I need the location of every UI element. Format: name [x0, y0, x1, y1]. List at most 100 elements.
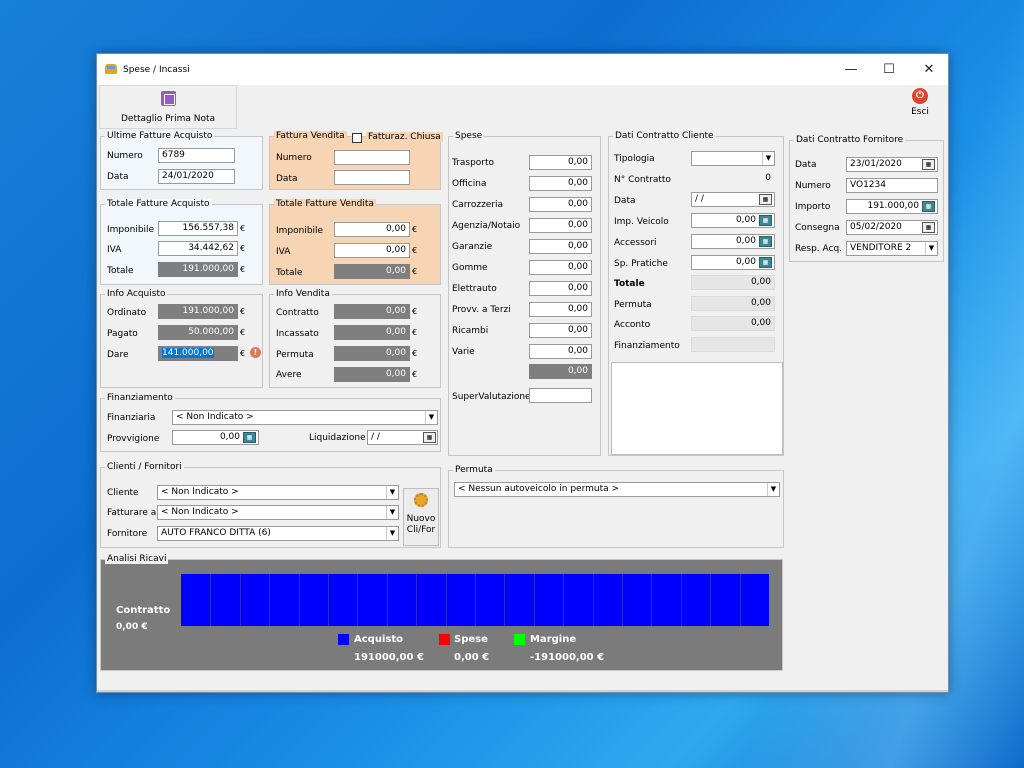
- analisi-ricavi-panel: Analisi Ricavi Contratto 0,00 € Acquisto…: [100, 554, 783, 671]
- data-acquisto-field[interactable]: 24/01/2020: [158, 169, 235, 184]
- window-bottom-border: [97, 690, 948, 692]
- pagato-field: 50.000,00: [158, 325, 238, 340]
- calculator-icon[interactable]: ▦: [759, 257, 772, 268]
- acquisto-bar: [181, 574, 769, 626]
- resp-acq-select[interactable]: VENDITORE 2 ▼: [846, 241, 938, 256]
- consegna-label: Consegna: [795, 223, 840, 233]
- spese-group: Spese Trasporto 0,00 Officina 0,00 Carrozzer…: [448, 131, 601, 456]
- chevron-down-icon: ▼: [386, 506, 398, 519]
- imponibile-label: Imponibile: [107, 225, 155, 235]
- tipologia-select[interactable]: ▼: [691, 151, 775, 166]
- calendar-icon[interactable]: ▦: [759, 194, 772, 205]
- spese-item-field[interactable]: 0,00: [529, 218, 592, 233]
- fatturaz-chiusa-label: Fatturaz. Chiusa: [366, 132, 443, 142]
- totale-acquisto-field: 191.000,00: [158, 262, 238, 277]
- minimize-button[interactable]: —: [837, 60, 865, 80]
- cliente-value: < Non Indicato >: [161, 487, 239, 497]
- spese-item-field[interactable]: 0,00: [529, 260, 592, 275]
- clienti-fornitori-group: Clienti / Fornitori Cliente < Non Indica…: [100, 462, 441, 548]
- bar-grid-line: [269, 574, 271, 626]
- spese-item-field[interactable]: 0,00: [529, 239, 592, 254]
- spese-item-field[interactable]: 0,00: [529, 176, 592, 191]
- spese-item-field[interactable]: 0,00: [529, 323, 592, 338]
- imponibile-vendita-field[interactable]: 0,00: [334, 222, 410, 237]
- n-contratto-field[interactable]: 0: [691, 171, 775, 186]
- close-button[interactable]: ✕: [915, 60, 943, 80]
- dare-field[interactable]: 141.000,00: [158, 346, 238, 361]
- maximize-button[interactable]: ☐: [875, 60, 903, 80]
- calendar-icon[interactable]: ▦: [922, 222, 935, 233]
- bar-grid-line: [622, 574, 623, 626]
- spese-item-label: Carrozzeria: [452, 200, 504, 210]
- gear-icon: [414, 493, 428, 507]
- numero-vendita-field[interactable]: [334, 150, 410, 165]
- spese-item-field[interactable]: 0,00: [529, 281, 592, 296]
- bar-grid-line: [475, 574, 476, 626]
- info-vendita-group: Info Vendita Contratto 0,00 € Incassato …: [269, 289, 441, 388]
- group-title: Totale Fatture Acquisto: [105, 199, 212, 209]
- finanziaria-select[interactable]: < Non Indicato > ▼: [172, 410, 438, 425]
- calculator-icon[interactable]: ▦: [922, 201, 935, 212]
- group-title: Dati Contratto Cliente: [613, 131, 716, 141]
- iva-acquisto-field[interactable]: 34.442,62: [158, 241, 238, 256]
- currency-symbol: €: [412, 328, 418, 337]
- spese-incassi-window: Spese / Incassi — ☐ ✕ Dettaglio Prima No…: [96, 53, 949, 693]
- permuta-vendita-field: 0,00: [334, 346, 410, 361]
- finanziamento-field: [691, 337, 775, 352]
- bar-grid-line: [239, 574, 241, 626]
- legend-value-spese: 0,00 €: [454, 652, 490, 663]
- currency-symbol: €: [240, 265, 246, 274]
- dettaglio-label: Dettaglio Prima Nota: [120, 114, 216, 124]
- calendar-icon[interactable]: ▦: [922, 159, 935, 170]
- fatturare-select[interactable]: < Non Indicato > ▼: [157, 505, 399, 520]
- imponibile-acquisto-field[interactable]: 156.557,38: [158, 221, 238, 236]
- finanziaria-label: Finanziaria: [107, 413, 156, 423]
- spese-item-field[interactable]: 0,00: [529, 155, 592, 170]
- contratto-fornitore-group: Dati Contratto Fornitore Data 23/01/2020…: [789, 135, 944, 262]
- calculator-icon[interactable]: ▦: [759, 236, 772, 247]
- notes-area[interactable]: [611, 362, 783, 455]
- group-title: Dati Contratto Fornitore: [794, 135, 906, 145]
- imp-veicolo-label: Imp. Veicolo: [614, 217, 669, 227]
- fornitore-select[interactable]: AUTO FRANCO DITTA (6) ▼: [157, 526, 399, 541]
- numero-fornitore-field[interactable]: VO1234: [846, 178, 938, 193]
- numero-label: Numero: [107, 151, 143, 161]
- bar-grid-line: [651, 574, 653, 626]
- numero-acquisto-field[interactable]: 6789: [158, 148, 235, 163]
- iva-vendita-field[interactable]: 0,00: [334, 243, 410, 258]
- currency-symbol: €: [240, 307, 246, 316]
- supervalutazione-field[interactable]: [529, 388, 592, 403]
- cliente-select[interactable]: < Non Indicato > ▼: [157, 485, 399, 500]
- avere-field: 0,00: [334, 367, 410, 382]
- spese-item-label: Officina: [452, 179, 487, 189]
- spese-item-label: Agenzia/Notaio: [452, 221, 521, 231]
- permuta-select[interactable]: < Nessun autoveicolo in permuta > ▼: [454, 482, 780, 497]
- spese-item-field[interactable]: 0,00: [529, 344, 592, 359]
- calculator-icon[interactable]: ▦: [759, 215, 772, 226]
- nuovo-clifor-label: Nuovo Cli/For: [406, 514, 436, 535]
- spese-item-field[interactable]: 0,00: [529, 302, 592, 317]
- incassato-field: 0,00: [334, 325, 410, 340]
- data-vendita-field[interactable]: [334, 170, 410, 185]
- group-title: Ultime Fatture Acquisto: [105, 131, 215, 141]
- esci-button[interactable]: ⏻ Esci: [905, 88, 935, 117]
- dettaglio-prima-nota-button[interactable]: Dettaglio Prima Nota: [99, 85, 237, 129]
- spese-item-label: Elettrauto: [452, 284, 497, 294]
- bar-grid-line: [563, 574, 565, 626]
- calculator-icon[interactable]: ▦: [243, 432, 256, 443]
- currency-symbol: €: [412, 267, 418, 276]
- permuta-contratto-field: 0,00: [691, 296, 775, 311]
- bar-grid-line: [680, 574, 682, 626]
- fatturaz-chiusa-checkbox[interactable]: [352, 133, 362, 143]
- calendar-icon[interactable]: ▦: [423, 432, 436, 443]
- spese-item-label: Gomme: [452, 263, 488, 273]
- legend-swatch-margine: [514, 634, 525, 645]
- avere-label: Avere: [276, 370, 302, 380]
- finanziaria-value: < Non Indicato >: [176, 412, 254, 422]
- bar-grid-line: [386, 574, 388, 626]
- nuovo-clifor-button[interactable]: Nuovo Cli/For: [403, 488, 439, 546]
- accessori-label: Accessori: [614, 238, 657, 248]
- spese-item-field[interactable]: 0,00: [529, 197, 592, 212]
- data-label: Data: [107, 172, 129, 182]
- group-title: Info Acquisto: [105, 289, 168, 299]
